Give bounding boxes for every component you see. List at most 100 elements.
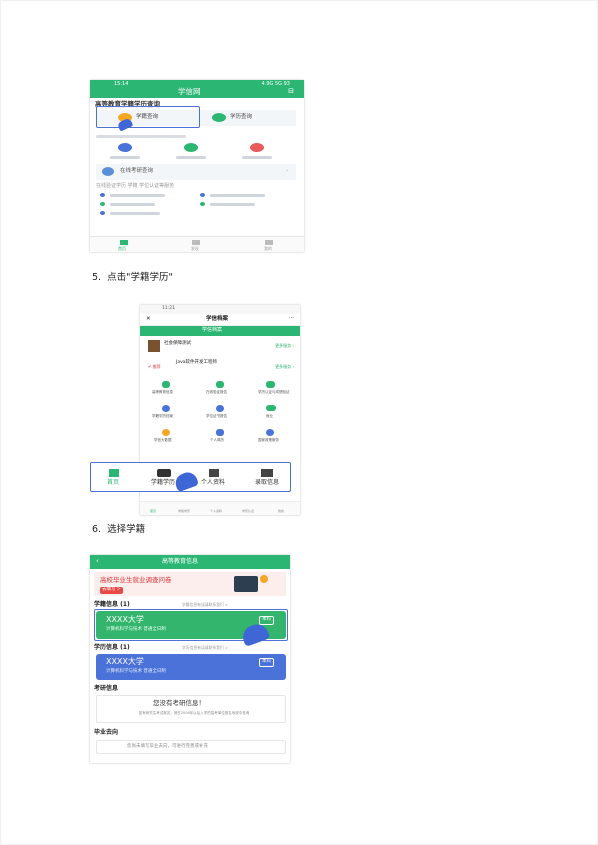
school-name: XXXX大学 bbox=[106, 657, 144, 666]
grid-item-label[interactable]: 学历认证与成绩验证 bbox=[258, 390, 290, 395]
chevron-right-icon: › bbox=[286, 168, 289, 174]
survey-banner[interactable]: 高校毕业生就业调查问卷 去填写 > bbox=[94, 572, 286, 596]
xueli-card[interactable]: XXXX大学 计算机科学与技术 普通全日制 本科 bbox=[96, 654, 286, 680]
grid-item-label[interactable]: 个人简历 bbox=[210, 438, 224, 443]
grid-item-label[interactable]: 学籍学历档案 bbox=[152, 414, 173, 419]
tab-profile[interactable]: 个人资料 bbox=[201, 480, 225, 486]
highlight-box bbox=[96, 106, 200, 128]
grid-item-label[interactable]: 国家政策服务 bbox=[258, 438, 279, 443]
tab-home[interactable]: 首页 bbox=[118, 247, 126, 251]
recommend-tag: ✔ 推荐 bbox=[148, 364, 161, 369]
blurred-text bbox=[96, 135, 186, 138]
grid-item-label[interactable]: 学信大数据 bbox=[154, 438, 172, 443]
mini-tab[interactable]: 我的 bbox=[278, 510, 284, 513]
tabbar-zoom-highlight: 首页 学籍学历 个人资料 录取信息 bbox=[90, 462, 291, 493]
grid-icon bbox=[266, 381, 275, 388]
service-icon-red bbox=[250, 143, 264, 152]
kaoyan-empty-box: 您没有考研信息！ 如有研究生考试报名，请在2006年以后入学的招考单位报名系统中… bbox=[96, 695, 286, 723]
kaoyan-label: 在线考研查询 bbox=[120, 168, 154, 174]
screenshot-xuexin-home: 15:14 4.9G 5G 93 学信网 ⊟ 高等教育学籍学历查询 学籍查询 学… bbox=[90, 80, 304, 252]
xueli-query-icon bbox=[212, 113, 226, 122]
user-icon bbox=[265, 240, 273, 245]
grid-item-label[interactable]: 学位证书报告 bbox=[206, 414, 227, 419]
bullet-icon bbox=[200, 193, 205, 197]
bullet-icon bbox=[100, 211, 105, 215]
blurred-text bbox=[176, 156, 206, 159]
grid-icon bbox=[216, 405, 224, 412]
home-icon bbox=[120, 240, 128, 245]
kaoyan-icon bbox=[102, 167, 114, 176]
mini-tab[interactable]: 个人资料 bbox=[210, 510, 222, 513]
grid-item-label[interactable]: 在线验证报告 bbox=[206, 390, 227, 395]
major-info: 计算机科学与技术 普通全日制 bbox=[106, 669, 166, 674]
grid-item-label[interactable]: 高等教育信息 bbox=[152, 390, 173, 395]
card-title: Java软件开发工程师 bbox=[176, 360, 218, 365]
blurred-text bbox=[110, 156, 140, 159]
banner-tag[interactable]: 去填写 > bbox=[100, 587, 123, 594]
list-title: 在线验证学历 学籍 学位认证等服务 bbox=[96, 183, 175, 189]
status-time: 15:14 bbox=[114, 81, 129, 87]
nav-bar: ‹ 高等教育信息 bbox=[90, 555, 290, 569]
biye-box[interactable]: 您尚未填写毕业去向，可进行完善或补充 bbox=[96, 740, 286, 754]
hand-pointer-icon bbox=[172, 469, 200, 493]
grid-icon bbox=[216, 381, 224, 388]
mini-tab[interactable]: 学籍学历 bbox=[178, 510, 190, 513]
close-icon[interactable]: ✕ bbox=[146, 316, 151, 323]
mini-tab[interactable]: 首页 bbox=[150, 510, 156, 513]
step-6-caption: 6. 选择学籍 bbox=[92, 521, 145, 535]
app-title: 学信网 bbox=[178, 87, 201, 96]
briefcase-icon bbox=[261, 469, 273, 477]
service-icon-blue bbox=[118, 143, 132, 152]
home-icon bbox=[109, 469, 119, 477]
kaoyan-empty-text: 您没有考研信息！ bbox=[153, 699, 205, 707]
scan-icon[interactable]: ⊟ bbox=[288, 88, 294, 95]
banner-text: 学信档案 bbox=[202, 327, 223, 333]
tab-admission[interactable]: 录取信息 bbox=[255, 480, 279, 486]
grid-icon bbox=[162, 429, 170, 436]
briefcase-icon bbox=[234, 576, 258, 592]
profile-icon bbox=[209, 469, 219, 477]
nav-title: 高等教育信息 bbox=[162, 558, 199, 565]
grid-icon bbox=[162, 405, 170, 412]
status-time: 11:21 bbox=[162, 306, 175, 311]
grid-icon bbox=[216, 429, 224, 436]
tab-xueji-xueli[interactable]: 学籍学历 bbox=[151, 480, 175, 486]
nav-title: 学信档案 bbox=[206, 316, 229, 322]
kaoyan-desc: 如有研究生考试报名，请在2006年以后入学的招考单位报名系统中查询 bbox=[138, 711, 250, 715]
service-icon-green bbox=[184, 143, 198, 152]
step-number: 5. bbox=[92, 272, 102, 283]
mini-tab[interactable]: 学历认证 bbox=[242, 510, 254, 513]
degree-badge: 本科 bbox=[259, 658, 274, 667]
blurred-text bbox=[110, 203, 155, 206]
xueji-section-title: 学籍信息 (1) bbox=[94, 601, 130, 608]
xueji-hint[interactable]: 学籍信息有误请联系我们 > bbox=[182, 603, 228, 607]
step-text: 选择学籍 bbox=[107, 524, 146, 535]
more-icon[interactable]: ··· bbox=[289, 315, 294, 322]
discover-icon bbox=[192, 240, 200, 245]
blurred-text bbox=[242, 156, 272, 159]
back-icon[interactable]: ‹ bbox=[96, 558, 99, 565]
grid-icon bbox=[162, 381, 170, 388]
bullet-icon bbox=[100, 193, 105, 197]
status-icons: 4.9G 5G 93 bbox=[261, 81, 290, 87]
grid-icon bbox=[266, 405, 276, 411]
step-number: 6. bbox=[92, 524, 102, 535]
grid-icon bbox=[266, 429, 274, 436]
tab-mine[interactable]: 我的 bbox=[264, 247, 272, 251]
screenshot-education-info: ‹ 高等教育信息 高校毕业生就业调查问卷 去填写 > 学籍信息 (1) 学籍信息… bbox=[90, 555, 290, 763]
grid-item-label[interactable]: 就业 bbox=[266, 414, 273, 419]
document-page: 15:14 4.9G 5G 93 学信网 ⊟ 高等教育学籍学历查询 学籍查询 学… bbox=[0, 0, 598, 845]
more-service-link[interactable]: 更多服务 › bbox=[275, 344, 294, 348]
xueli-hint[interactable]: 学历信息有误请联系我们 > bbox=[182, 646, 228, 650]
tab-home[interactable]: 首页 bbox=[107, 480, 119, 486]
xueli-query-button[interactable]: 学历查询 bbox=[230, 114, 252, 121]
more-service-link[interactable]: 更多服务 › bbox=[275, 365, 294, 369]
blurred-text bbox=[110, 194, 165, 197]
blurred-text bbox=[110, 212, 160, 215]
tab-discover[interactable]: 发现 bbox=[191, 247, 199, 251]
blurred-text bbox=[210, 194, 265, 197]
banner-title: 高校毕业生就业调查问卷 bbox=[100, 576, 172, 584]
mini-tabbar: 首页 学籍学历 个人资料 学历认证 我的 bbox=[140, 501, 300, 515]
step-text: 点击"学籍学历" bbox=[107, 272, 173, 283]
biye-section-title: 毕业去向 bbox=[94, 729, 119, 736]
